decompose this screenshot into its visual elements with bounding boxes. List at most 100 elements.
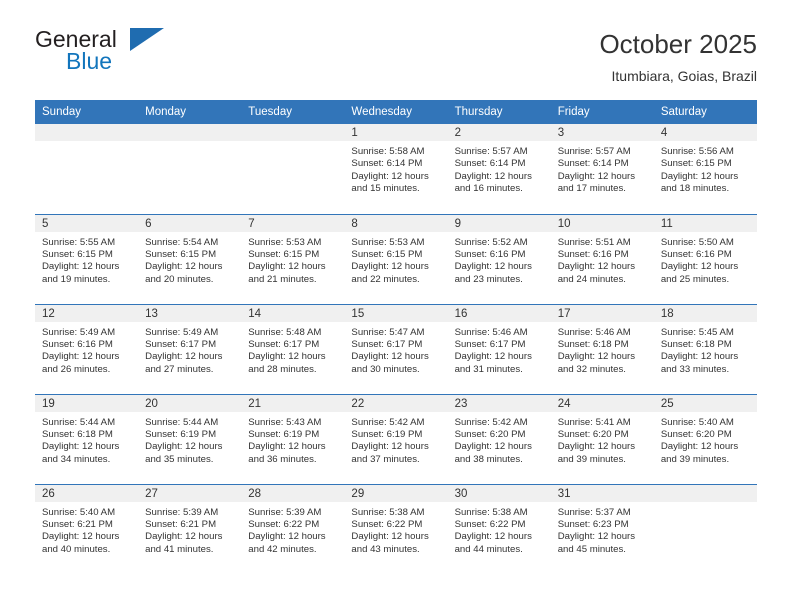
day-details: Sunrise: 5:45 AM Sunset: 6:18 PM Daylight:… [654, 322, 757, 377]
day-cell-29[interactable]: 29 Sunrise: 5:38 AM Sunset: 6:22 PM Dayligh… [344, 483, 448, 574]
weekday-header-wednesday: Wednesday [344, 100, 448, 124]
day-detail-line: and 25 minutes. [660, 273, 730, 285]
day-cell-10[interactable]: 10 Sunrise: 5:51 AM Sunset: 6:16 PM Dayligh… [550, 213, 654, 304]
day-detail-line: Sunrise: 5:58 AM [351, 146, 425, 157]
day-number: 2 [447, 124, 551, 141]
day-details: Sunrise: 5:37 AM Sunset: 6:23 PM Daylight:… [551, 502, 654, 557]
day-detail-line: and 18 minutes. [660, 183, 730, 195]
calendar-week-row: 19 Sunrise: 5:44 AM Sunset: 6:18 PM Dayligh… [35, 393, 757, 484]
day-cell-empty [138, 124, 242, 214]
day-cell-25[interactable]: 25 Sunrise: 5:40 AM Sunset: 6:20 PM Dayligh… [653, 393, 757, 484]
day-detail-line: and 28 minutes. [248, 363, 317, 375]
day-details: Sunrise: 5:42 AM Sunset: 6:19 PM Daylight:… [344, 412, 447, 467]
day-number: 18 [653, 304, 757, 322]
day-number: 3 [550, 124, 654, 141]
day-detail-line: Sunrise: 5:53 AM [248, 236, 322, 248]
day-detail-line: Sunset: 6:22 PM [351, 518, 423, 530]
day-cell-28[interactable]: 28 Sunrise: 5:39 AM Sunset: 6:22 PM Dayligh… [241, 483, 345, 574]
day-number [241, 124, 345, 141]
day-detail-line: Daylight: 12 hours [351, 531, 429, 543]
day-cell-26[interactable]: 26 Sunrise: 5:40 AM Sunset: 6:21 PM Dayligh… [35, 483, 139, 574]
day-details: Sunrise: 5:55 AM Sunset: 6:15 PM Daylight:… [35, 232, 138, 287]
day-cell-18[interactable]: 18 Sunrise: 5:45 AM Sunset: 6:18 PM Dayligh… [653, 303, 757, 394]
day-cell-31[interactable]: 31 Sunrise: 5:37 AM Sunset: 6:23 PM Dayligh… [550, 483, 654, 574]
calendar-head: Sunday Monday Tuesday Wednesday Thursday Frid… [35, 100, 757, 124]
day-cell-3[interactable]: 3 Sunrise: 5:57 AM Sunset: 6:14 PM Daylight… [550, 124, 654, 214]
day-details: Sunrise: 5:52 AM Sunset: 6:16 PM Daylight:… [448, 232, 551, 287]
day-cell-6[interactable]: 6 Sunrise: 5:54 AM Sunset: 6:15 PM Daylight… [138, 213, 242, 304]
day-cell-24[interactable]: 24 Sunrise: 5:41 AM Sunset: 6:20 PM Dayligh… [550, 393, 654, 484]
day-detail-line: Daylight: 12 hours [557, 261, 636, 273]
calendar-week-row: 26 Sunrise: 5:40 AM Sunset: 6:21 PM Dayligh… [35, 483, 757, 574]
day-cell-12[interactable]: 12 Sunrise: 5:49 AM Sunset: 6:16 PM Dayligh… [35, 303, 139, 394]
day-detail-line: and 45 minutes. [557, 543, 626, 555]
day-detail-line: and 39 minutes. [557, 453, 626, 465]
general-blue-logo[interactable]: General Blue [35, 26, 185, 84]
day-detail-line: Daylight: 12 hours [351, 441, 429, 453]
day-detail-line: Sunrise: 5:57 AM [557, 146, 631, 157]
day-cell-19[interactable]: 19 Sunrise: 5:44 AM Sunset: 6:18 PM Dayligh… [35, 393, 139, 484]
day-detail-line: Sunrise: 5:37 AM [557, 506, 631, 518]
day-detail-line: Sunrise: 5:42 AM [351, 416, 425, 428]
day-detail-line: Sunset: 6:21 PM [145, 518, 217, 530]
day-cell-9[interactable]: 9 Sunrise: 5:52 AM Sunset: 6:16 PM Daylight… [447, 213, 551, 304]
day-number: 7 [241, 214, 345, 232]
day-detail-line: Sunset: 6:21 PM [42, 518, 113, 530]
day-detail-line: Sunset: 6:17 PM [145, 338, 217, 350]
day-cell-4[interactable]: 4 Sunrise: 5:56 AM Sunset: 6:15 PM Daylight… [653, 124, 757, 214]
day-detail-line: and 40 minutes. [42, 543, 111, 555]
day-cell-1[interactable]: 1 Sunrise: 5:58 AM Sunset: 6:14 PM Daylight… [344, 124, 448, 214]
day-detail-line: Sunset: 6:17 PM [248, 338, 320, 350]
sunrise-sunset-calendar: Sunday Monday Tuesday Wednesday Thursday Frid… [35, 100, 757, 574]
day-number: 5 [35, 214, 139, 232]
day-detail-line: Sunset: 6:19 PM [145, 428, 217, 440]
day-cell-14[interactable]: 14 Sunrise: 5:48 AM Sunset: 6:17 PM Dayligh… [241, 303, 345, 394]
day-details: Sunrise: 5:50 AM Sunset: 6:16 PM Daylight:… [654, 232, 757, 287]
day-cell-15[interactable]: 15 Sunrise: 5:47 AM Sunset: 6:17 PM Dayligh… [344, 303, 448, 394]
day-details: Sunrise: 5:54 AM Sunset: 6:15 PM Daylight:… [138, 232, 241, 287]
day-number: 26 [35, 484, 139, 502]
day-detail-line: Daylight: 12 hours [660, 441, 739, 453]
day-detail-line: Sunrise: 5:40 AM [42, 506, 116, 518]
day-cell-empty [653, 483, 757, 574]
day-number: 27 [138, 484, 242, 502]
day-number: 6 [138, 214, 242, 232]
day-detail-line: Daylight: 12 hours [248, 351, 326, 363]
day-details [241, 141, 344, 146]
day-cell-22[interactable]: 22 Sunrise: 5:42 AM Sunset: 6:19 PM Dayligh… [344, 393, 448, 484]
day-detail-line: Daylight: 12 hours [42, 351, 120, 363]
day-cell-2[interactable]: 2 Sunrise: 5:57 AM Sunset: 6:14 PM Daylight… [447, 124, 551, 214]
day-details: Sunrise: 5:43 AM Sunset: 6:19 PM Daylight:… [241, 412, 344, 467]
day-detail-line: Daylight: 12 hours [248, 531, 326, 543]
day-cell-8[interactable]: 8 Sunrise: 5:53 AM Sunset: 6:15 PM Daylight… [344, 213, 448, 304]
day-detail-line: and 36 minutes. [248, 453, 317, 465]
day-detail-line: Sunrise: 5:43 AM [248, 416, 322, 428]
day-cell-7[interactable]: 7 Sunrise: 5:53 AM Sunset: 6:15 PM Daylight… [241, 213, 345, 304]
day-cell-5[interactable]: 5 Sunrise: 5:55 AM Sunset: 6:15 PM Daylight… [35, 213, 139, 304]
day-details: Sunrise: 5:57 AM Sunset: 6:14 PM Daylight:… [448, 141, 551, 196]
day-detail-line: Sunset: 6:16 PM [42, 338, 113, 350]
day-detail-line: Sunrise: 5:56 AM [660, 146, 734, 157]
day-detail-line: Daylight: 12 hours [42, 441, 120, 453]
day-number: 8 [344, 214, 448, 232]
day-detail-line: Sunrise: 5:48 AM [248, 326, 322, 338]
day-details: Sunrise: 5:51 AM Sunset: 6:16 PM Daylight:… [551, 232, 654, 287]
day-cell-21[interactable]: 21 Sunrise: 5:43 AM Sunset: 6:19 PM Dayligh… [241, 393, 345, 484]
day-number: 13 [138, 304, 242, 322]
day-number: 12 [35, 304, 139, 322]
day-cell-23[interactable]: 23 Sunrise: 5:42 AM Sunset: 6:20 PM Dayligh… [447, 393, 551, 484]
day-cell-16[interactable]: 16 Sunrise: 5:46 AM Sunset: 6:17 PM Dayligh… [447, 303, 551, 394]
day-detail-line: Daylight: 12 hours [351, 351, 429, 363]
day-cell-30[interactable]: 30 Sunrise: 5:38 AM Sunset: 6:22 PM Dayligh… [447, 483, 551, 574]
day-cell-17[interactable]: 17 Sunrise: 5:46 AM Sunset: 6:18 PM Dayligh… [550, 303, 654, 394]
day-detail-line: Sunset: 6:17 PM [351, 338, 423, 350]
day-detail-line: Sunrise: 5:50 AM [660, 236, 734, 248]
day-details [35, 141, 138, 146]
day-number: 15 [344, 304, 448, 322]
day-detail-line: and 44 minutes. [454, 543, 523, 555]
day-cell-13[interactable]: 13 Sunrise: 5:49 AM Sunset: 6:17 PM Dayligh… [138, 303, 242, 394]
day-details: Sunrise: 5:56 AM Sunset: 6:15 PM Daylight:… [654, 141, 757, 196]
day-cell-27[interactable]: 27 Sunrise: 5:39 AM Sunset: 6:21 PM Dayligh… [138, 483, 242, 574]
day-cell-11[interactable]: 11 Sunrise: 5:50 AM Sunset: 6:16 PM Dayligh… [653, 213, 757, 304]
day-cell-20[interactable]: 20 Sunrise: 5:44 AM Sunset: 6:19 PM Dayligh… [138, 393, 242, 484]
